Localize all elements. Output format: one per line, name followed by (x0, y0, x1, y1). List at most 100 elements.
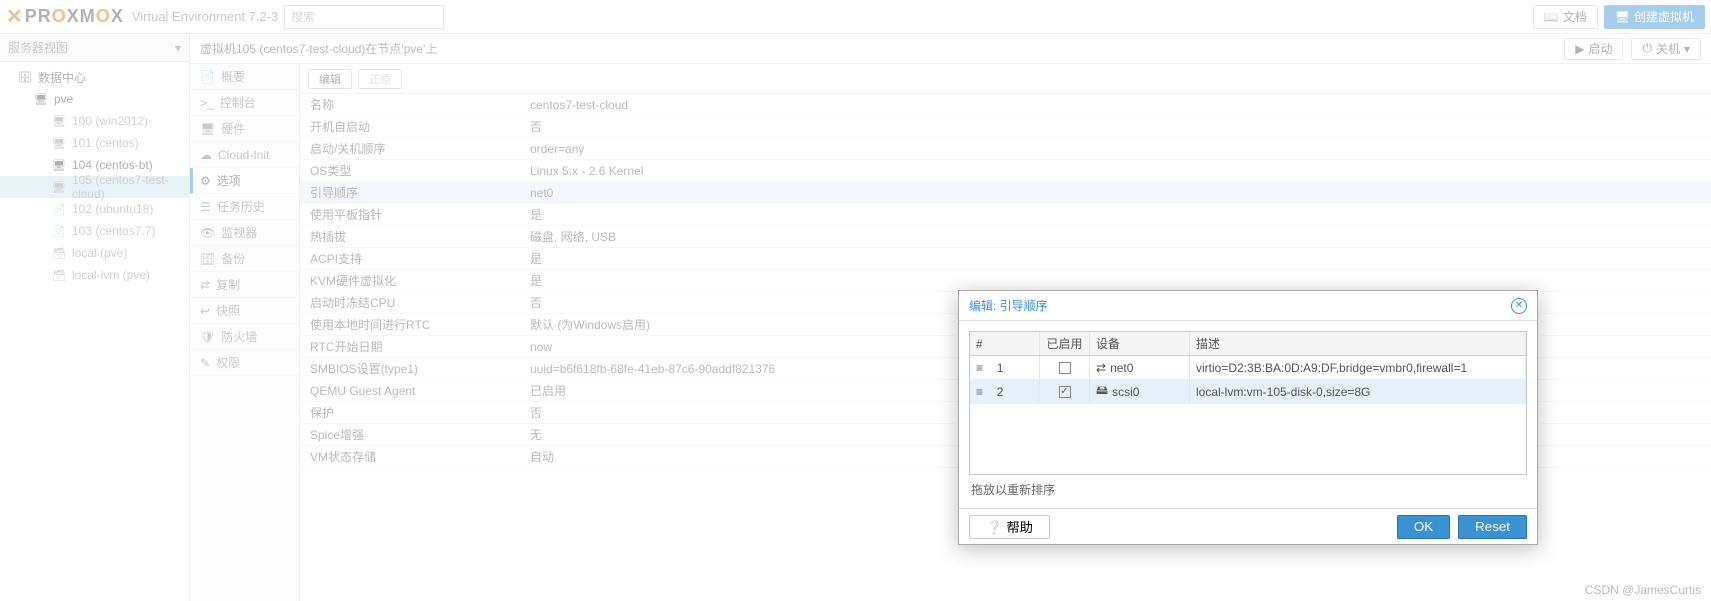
row-num: 1 (997, 361, 1004, 375)
inner-nav-item[interactable]: 📄概要 (190, 64, 299, 90)
option-key: VM状态存储 (310, 448, 530, 465)
option-row[interactable]: KVM硬件虚拟化是 (300, 270, 1711, 292)
option-value: 自动 (530, 448, 554, 465)
option-row[interactable]: 热插拔磁盘, 网络, USB (300, 226, 1711, 248)
create-vm-button[interactable]: 🖥创建虚拟机 (1604, 5, 1705, 29)
boot-device-row[interactable]: ≡ 2✓🖴scsi0local-lvm:vm-105-disk-0,size=8… (970, 380, 1526, 404)
option-key: SMBIOS设置(type1) (310, 360, 530, 377)
tree-icon: 🖥 (52, 158, 66, 172)
power-icon: ⏻ (1642, 41, 1652, 56)
device-icon: 🖴 (1096, 381, 1108, 402)
option-value: 已启用 (530, 382, 566, 399)
enabled-checkbox[interactable]: ✓ (1059, 386, 1071, 398)
table-empty-area (970, 404, 1526, 474)
nav-icon: ✎ (200, 356, 210, 370)
edit-button[interactable]: 编辑 (308, 69, 352, 89)
option-key: RTC开始日期 (310, 338, 530, 355)
option-row[interactable]: 启动/关机顺序order=any (300, 138, 1711, 160)
option-row[interactable]: 开机自启动否 (300, 116, 1711, 138)
close-icon[interactable]: ✕ (1511, 298, 1527, 314)
topbar: ✕ PROXMOX Virtual Environment 7.2-3 搜索 📖… (0, 0, 1711, 34)
option-value: net0 (530, 186, 553, 200)
option-row[interactable]: 名称centos7-test-cloud (300, 94, 1711, 116)
tree-item[interactable]: 🖥101 (centos) (0, 132, 189, 154)
option-value: order=any (530, 142, 584, 156)
nav-icon: ☁ (200, 148, 212, 162)
option-value: uuid=b6f618fb-68fe-41eb-87c6-90addf82137… (530, 362, 775, 376)
option-value: 否 (530, 118, 542, 135)
tree-label: 103 (centos7.7) (72, 224, 155, 238)
tree-icon: 🖥 (52, 114, 66, 128)
drag-handle-icon[interactable]: ≡ (976, 361, 982, 375)
inner-nav-item[interactable]: ⚙选项 (190, 168, 299, 194)
chevron-down-icon: ▾ (175, 41, 181, 55)
option-row[interactable]: 引导顺序net0 (300, 182, 1711, 204)
option-value: 是 (530, 272, 542, 289)
option-value: Linux 5.x - 2.6 Kernel (530, 164, 643, 178)
option-value: 无 (530, 426, 542, 443)
help-button[interactable]: ❔ 帮助 (969, 515, 1050, 539)
inner-nav: 📄概要>_控制台🖥硬件☁Cloud-Init⚙选项 ☰ 任务历史 👁监视器🗄备份⇄复制… (190, 64, 300, 601)
row-num: 2 (997, 385, 1004, 399)
inner-nav-item[interactable]: >_控制台 (190, 90, 299, 116)
ok-button[interactable]: OK (1397, 515, 1450, 539)
start-button[interactable]: ▶启动 (1564, 38, 1623, 60)
option-row[interactable]: OS类型Linux 5.x - 2.6 Kernel (300, 160, 1711, 182)
product-subtitle: Virtual Environment 7.2-3 (132, 9, 278, 24)
tree-label: 数据中心 (38, 69, 86, 86)
option-key: 名称 (310, 96, 530, 113)
nav-label: 防火墙 (221, 328, 257, 345)
inner-nav-item[interactable]: ↩快照 (190, 298, 299, 324)
option-key: ACPI支持 (310, 250, 530, 267)
reset-button[interactable]: Reset (1458, 515, 1527, 539)
nav-icon: 🗄 (200, 252, 215, 266)
tree-item[interactable]: 📄102 (ubuntu18) (0, 198, 189, 220)
inner-nav-item[interactable]: ⇄复制 (190, 272, 299, 298)
tree-label: 104 (centos-bt) (72, 158, 153, 172)
option-key: OS类型 (310, 162, 530, 179)
inner-nav-item[interactable]: ☁Cloud-Init (190, 142, 299, 168)
device-desc: virtio=D2:3B:BA:0D:A9:DF,bridge=vmbr0,fi… (1190, 356, 1526, 379)
inner-nav-item[interactable]: 🖥硬件 (190, 116, 299, 142)
docs-button[interactable]: 📖文档 (1533, 5, 1598, 29)
tree-icon: 🗄 (18, 70, 32, 84)
tree-item[interactable]: 🗃local-lvm (pve) (0, 264, 189, 286)
nav-label: 监视器 (221, 224, 257, 241)
inner-nav-item[interactable]: 🛡防火墙 (190, 324, 299, 350)
boot-device-row[interactable]: ≡ 1⇄net0virtio=D2:3B:BA:0D:A9:DF,bridge=… (970, 356, 1526, 380)
nav-icon: 📄 (200, 70, 215, 84)
option-key: Spice增强 (310, 426, 530, 443)
inner-nav-item[interactable]: 🗄备份 (190, 246, 299, 272)
option-key: 使用本地时间进行RTC (310, 316, 530, 333)
tree-item[interactable]: 📄103 (centos7.7) (0, 220, 189, 242)
shutdown-button[interactable]: ⏻关机 ▾ (1631, 38, 1701, 60)
options-toolbar: 编辑 还原 (300, 64, 1711, 94)
enabled-checkbox[interactable] (1059, 362, 1071, 374)
inner-nav-item[interactable]: 👁监视器 (190, 220, 299, 246)
sidebar-header[interactable]: 服务器视图 ▾ (0, 34, 189, 62)
option-row[interactable]: 使用平板指针是 (300, 204, 1711, 226)
tree-label: 105 (centos7-test-cloud) (72, 173, 183, 201)
nav-icon: ☰ (200, 200, 211, 214)
tree-item[interactable]: 🖥105 (centos7-test-cloud) (0, 176, 189, 198)
tree-item[interactable]: 🖥pve (0, 88, 189, 110)
inner-nav-item[interactable]: ✎权限 (190, 350, 299, 376)
tree-icon: 🖥 (34, 92, 48, 106)
option-key: 启动时冻结CPU (310, 294, 530, 311)
tree-item[interactable]: 🖥100 (win2012) (0, 110, 189, 132)
revert-button[interactable]: 还原 (358, 69, 402, 89)
tree-icon: 🗃 (52, 268, 66, 282)
table-header: # 已启用 设备 描述 (970, 332, 1526, 356)
nav-icon: ⇄ (200, 278, 210, 292)
nav-label: 控制台 (220, 94, 256, 111)
inner-nav-item[interactable]: ☰ 任务历史 (190, 194, 299, 220)
option-key: 热插拔 (310, 228, 530, 245)
tree-label: local (pve) (72, 246, 127, 260)
search-input[interactable]: 搜索 (284, 5, 444, 29)
option-value: centos7-test-cloud (530, 98, 628, 112)
drag-handle-icon[interactable]: ≡ (976, 385, 982, 399)
nav-label: 任务历史 (217, 198, 265, 215)
tree-item[interactable]: 🗄 数据中心 (0, 66, 189, 88)
tree-item[interactable]: 🗃local (pve) (0, 242, 189, 264)
option-row[interactable]: ACPI支持是 (300, 248, 1711, 270)
